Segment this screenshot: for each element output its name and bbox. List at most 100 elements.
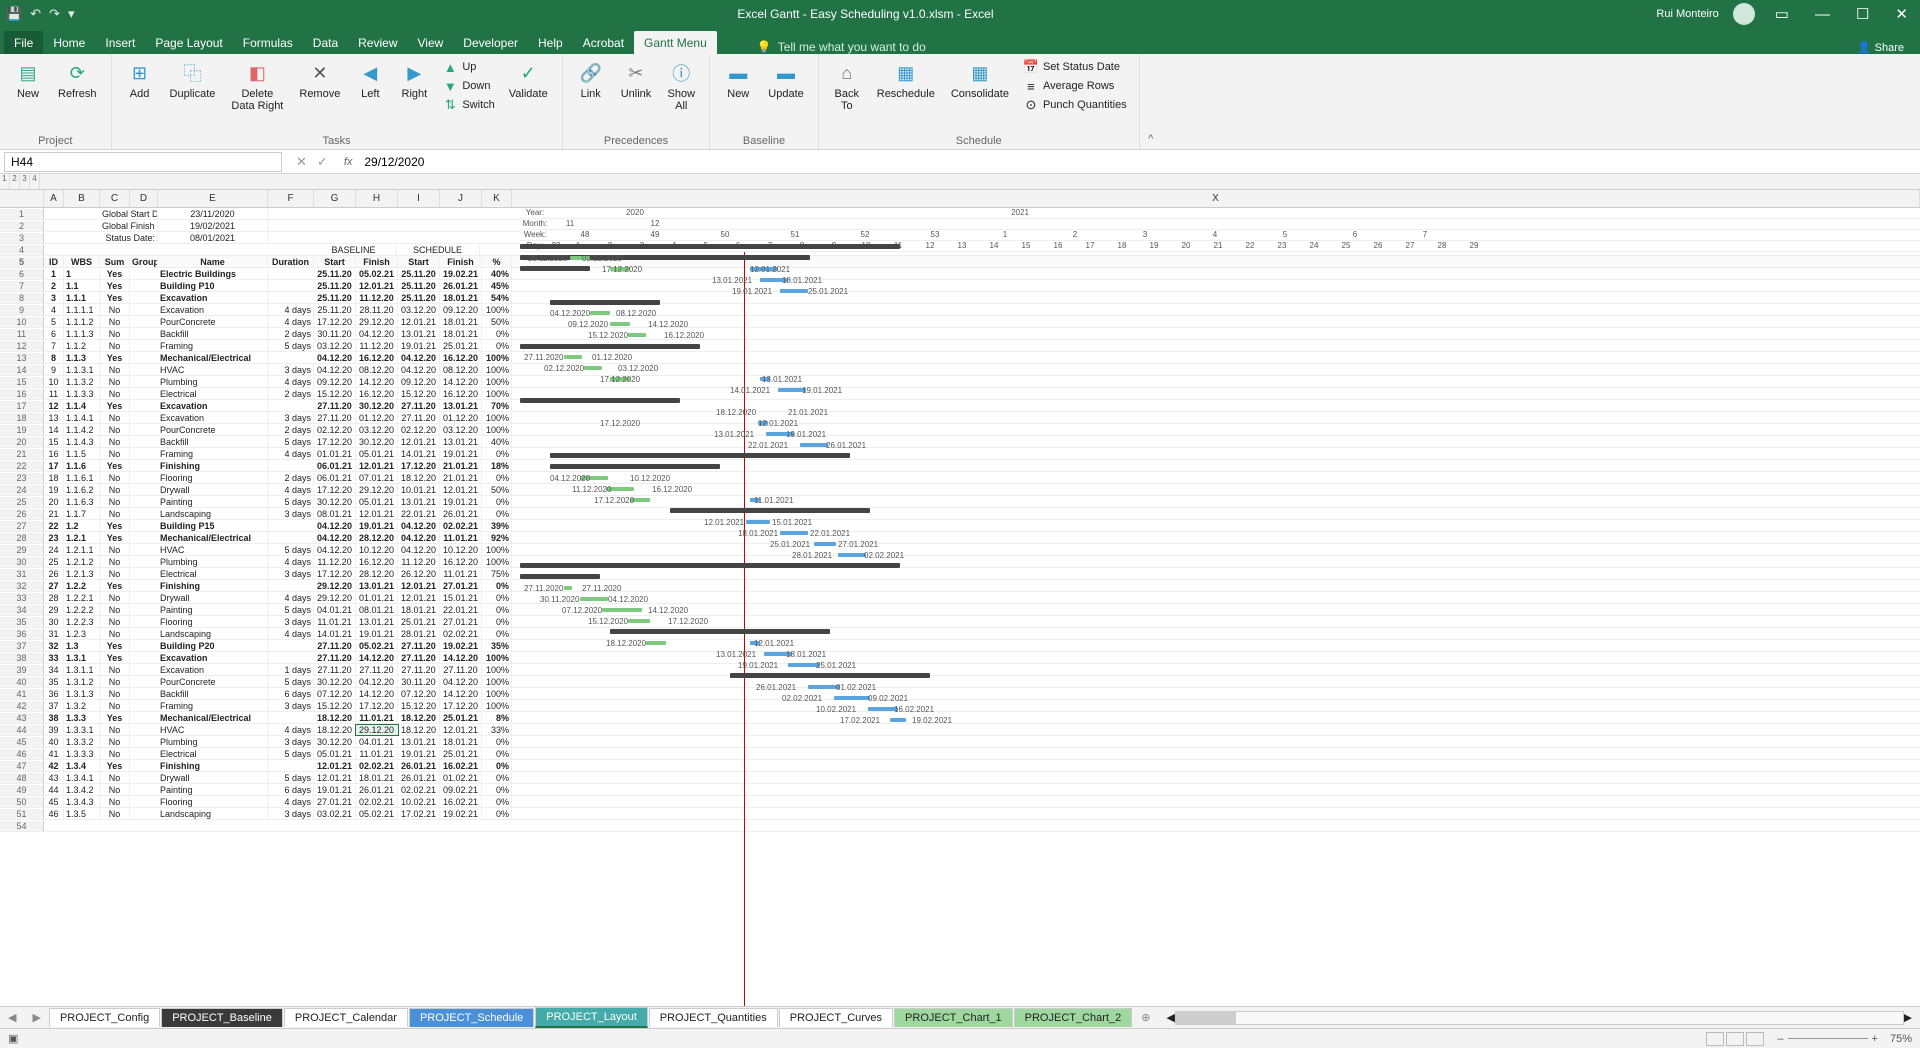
unlink-button[interactable]: ✂Unlink [615,58,658,102]
back-to-button[interactable]: ⌂Back To [827,58,867,114]
tab-page-layout[interactable]: Page Layout [145,31,232,54]
sheet-tab-chart1[interactable]: PROJECT_Chart_1 [894,1008,1013,1027]
gantt-bar[interactable] [550,300,660,305]
gantt-bar[interactable] [610,629,830,634]
outline-level-2[interactable]: 2 [10,174,20,189]
page-layout-view-icon[interactable] [1726,1032,1744,1046]
gantt-bar[interactable] [584,366,602,370]
gantt-bar[interactable] [628,333,646,337]
gantt-bar[interactable] [520,398,680,403]
refresh-button[interactable]: ⟳Refresh [52,58,103,102]
tab-home[interactable]: Home [43,31,95,54]
name-box[interactable] [4,152,282,172]
tab-help[interactable]: Help [528,31,573,54]
zoom-slider[interactable] [1788,1038,1868,1039]
switch-button[interactable]: ⇅Switch [438,96,498,114]
tab-review[interactable]: Review [348,31,407,54]
col-c[interactable]: C [100,190,130,207]
col-x[interactable]: X [512,190,1920,207]
close-icon[interactable]: ✕ [1889,5,1914,23]
qat-more-icon[interactable]: ▾ [68,6,75,22]
gantt-bar[interactable] [628,619,650,623]
zoom-level[interactable]: 75% [1890,1033,1912,1045]
gantt-bar[interactable] [520,563,900,568]
sheet-tab-quantities[interactable]: PROJECT_Quantities [649,1008,778,1027]
gantt-bar[interactable] [520,244,900,249]
col-j[interactable]: J [440,190,482,207]
outline-level-3[interactable]: 3 [20,174,30,189]
gantt-bar[interactable] [580,597,608,601]
zoom-in-icon[interactable]: + [1872,1033,1878,1045]
cancel-formula-icon[interactable]: ✕ [296,154,307,170]
formula-input[interactable] [358,153,1920,171]
gantt-bar[interactable] [520,266,590,271]
gantt-bar[interactable] [520,574,600,579]
gantt-bar[interactable] [590,311,610,315]
reschedule-button[interactable]: ▦Reschedule [871,58,941,102]
horizontal-scrollbar[interactable]: ◀▶ [1158,1011,1920,1025]
gantt-bar[interactable] [520,344,700,349]
new-sheet-icon[interactable]: ⊕ [1133,1011,1158,1024]
punch-quantities-button[interactable]: ⊙Punch Quantities [1019,96,1131,114]
gantt-bar[interactable] [602,608,642,612]
remove-button[interactable]: ✕Remove [293,58,346,102]
gantt-bar[interactable] [564,586,572,590]
gantt-bar[interactable] [746,520,770,524]
validate-button[interactable]: ✓Validate [503,58,554,102]
show-all-button[interactable]: ⓘShow All [661,58,701,114]
outline-level-4[interactable]: 4 [30,174,40,189]
consolidate-button[interactable]: ▦Consolidate [945,58,1015,102]
col-h[interactable]: H [356,190,398,207]
page-break-view-icon[interactable] [1746,1032,1764,1046]
update-baseline-button[interactable]: ▬Update [762,58,809,102]
redo-icon[interactable]: ↷ [49,6,60,22]
col-e[interactable]: E [158,190,268,207]
worksheet[interactable]: 1 2 3 4 A B C D E F G H I J K X 1Global … [0,174,1920,1006]
set-status-date-button[interactable]: 📅Set Status Date [1019,58,1131,76]
sheet-tab-config[interactable]: PROJECT_Config [49,1008,160,1027]
col-a[interactable]: A [44,190,64,207]
left-button[interactable]: ◀Left [350,58,390,102]
gantt-chart[interactable]: 25.11.202003.12.202017.12.202012.01.2021… [520,252,1920,1006]
sheet-tab-layout[interactable]: PROJECT_Layout [535,1007,647,1028]
gantt-bar[interactable] [800,443,828,447]
select-all-corner[interactable] [0,190,44,207]
up-button[interactable]: ▲Up [438,58,498,76]
link-button[interactable]: 🔗Link [571,58,611,102]
col-i[interactable]: I [398,190,440,207]
tab-file[interactable]: File [4,31,43,54]
user-name[interactable]: Rui Monteiro [1656,8,1718,20]
gantt-bar[interactable] [610,322,630,326]
col-f[interactable]: F [268,190,314,207]
fx-icon[interactable]: fx [338,156,359,168]
outline-level-1[interactable]: 1 [0,174,10,189]
gantt-bar[interactable] [670,508,870,513]
gantt-bar[interactable] [780,289,808,293]
minimize-icon[interactable]: — [1809,6,1836,23]
collapse-ribbon-icon[interactable]: ^ [1140,54,1162,149]
normal-view-icon[interactable] [1706,1032,1724,1046]
gantt-bar[interactable] [814,542,836,546]
gantt-bar[interactable] [780,531,808,535]
gantt-bar[interactable] [890,718,906,722]
tell-me[interactable]: 💡 Tell me what you want to do [757,40,926,54]
ribbon-display-icon[interactable]: ▭ [1769,5,1795,23]
gantt-bar[interactable] [646,641,666,645]
new-project-button[interactable]: ▤New [8,58,48,102]
col-g[interactable]: G [314,190,356,207]
gantt-bar[interactable] [838,553,866,557]
tab-nav-next-icon[interactable]: ▶ [24,1011,48,1024]
undo-icon[interactable]: ↶ [30,6,41,22]
right-button[interactable]: ▶Right [394,58,434,102]
tab-data[interactable]: Data [303,31,348,54]
new-baseline-button[interactable]: ▬New [718,58,758,102]
tab-gantt-menu[interactable]: Gantt Menu [634,31,717,54]
duplicate-button[interactable]: ⿻Duplicate [164,58,222,102]
maximize-icon[interactable]: ☐ [1850,5,1875,23]
sheet-tab-baseline[interactable]: PROJECT_Baseline [161,1008,283,1027]
share-button[interactable]: 👤 Share [1857,41,1904,54]
sheet-tab-schedule[interactable]: PROJECT_Schedule [409,1008,534,1027]
gantt-bar[interactable] [550,464,720,469]
enter-formula-icon[interactable]: ✓ [317,154,328,170]
zoom-out-icon[interactable]: – [1777,1033,1783,1045]
